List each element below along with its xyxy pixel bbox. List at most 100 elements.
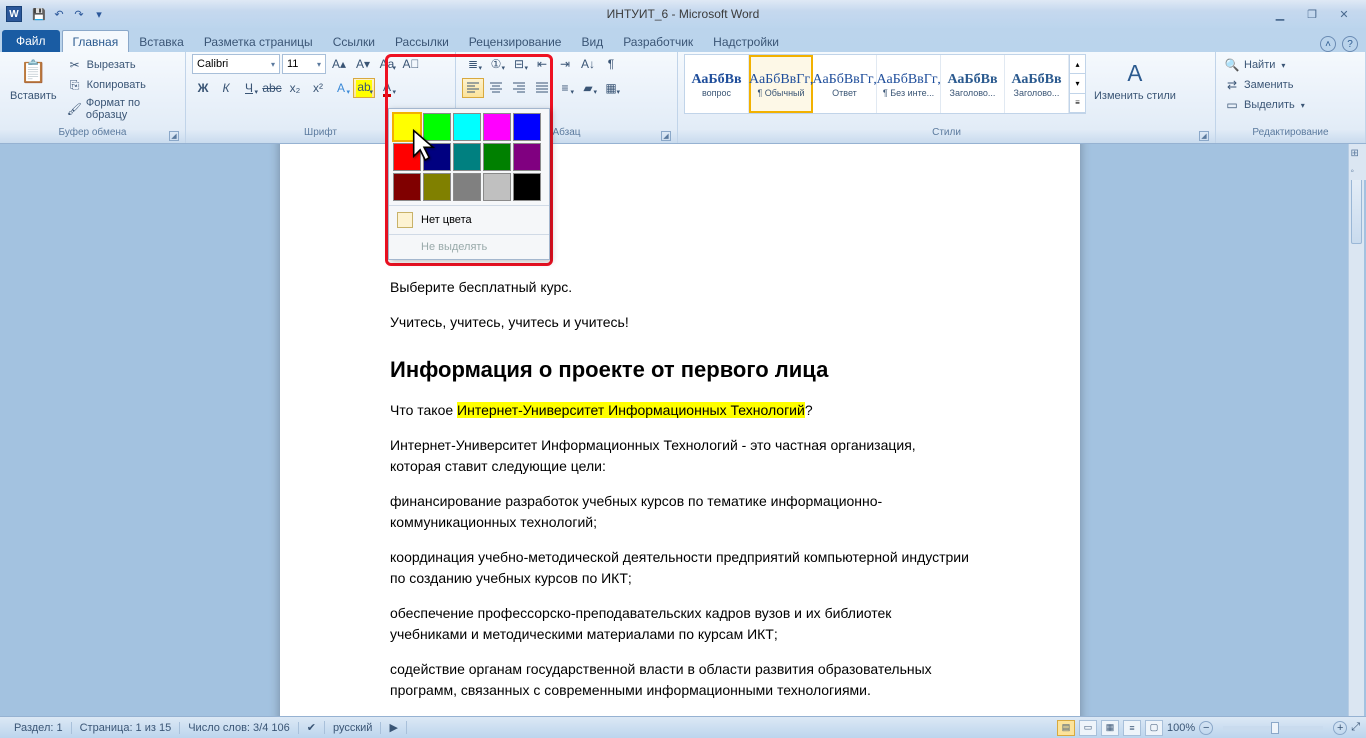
view-draft[interactable]: ▢ — [1145, 720, 1163, 736]
strike-button[interactable]: abc — [261, 78, 283, 98]
color-swatch[interactable] — [513, 143, 541, 171]
stop-highlight-option[interactable]: Не выделять — [389, 234, 549, 259]
font-size-combo[interactable]: 11▾ — [282, 54, 326, 74]
shading-button[interactable]: ▰▾ — [577, 78, 599, 98]
replace-button[interactable]: ⇄Заменить — [1222, 76, 1295, 94]
zoom-slider[interactable] — [1223, 726, 1323, 730]
status-words[interactable]: Число слов: 3/4 106 — [180, 722, 299, 734]
style-item[interactable]: АаБбВвГг,Ответ — [813, 55, 877, 113]
increase-indent-button[interactable]: ⇥ — [554, 54, 576, 74]
style-item[interactable]: АаБбВвГг,¶ Без инте... — [877, 55, 941, 113]
zoom-in-button[interactable]: + — [1333, 721, 1347, 735]
zoom-out-button[interactable]: − — [1199, 721, 1213, 735]
tab-home[interactable]: Главная — [62, 30, 130, 52]
color-swatch[interactable] — [483, 173, 511, 201]
close-button[interactable]: ✕ — [1332, 6, 1356, 22]
style-up[interactable]: ▴ — [1070, 55, 1085, 74]
view-print-layout[interactable]: ▤ — [1057, 720, 1075, 736]
styles-launcher[interactable]: ◢ — [1199, 131, 1209, 141]
view-web[interactable]: ▦ — [1101, 720, 1119, 736]
subscript-button[interactable]: x₂ — [284, 78, 306, 98]
vertical-scrollbar[interactable] — [1348, 144, 1364, 716]
restore-button[interactable]: ❐ — [1300, 6, 1324, 22]
italic-button[interactable]: К — [215, 78, 237, 98]
ruler-toggle-icon[interactable]: ⊞ — [1351, 148, 1365, 162]
tab-addins[interactable]: Надстройки — [703, 31, 789, 52]
cut-button[interactable]: ✂Вырезать — [65, 56, 179, 74]
status-page[interactable]: Страница: 1 из 15 — [72, 722, 181, 734]
change-case-button[interactable]: Aa▾ — [376, 54, 398, 74]
text-effects-button[interactable]: A▾ — [330, 78, 352, 98]
color-swatch[interactable] — [453, 143, 481, 171]
color-swatch[interactable] — [423, 113, 451, 141]
color-swatch[interactable] — [513, 173, 541, 201]
file-tab[interactable]: Файл — [2, 30, 60, 52]
color-swatch[interactable] — [423, 143, 451, 171]
style-item[interactable]: АаБбВвГг,¶ Обычный — [749, 55, 813, 113]
copy-button[interactable]: ⎘Копировать — [65, 76, 179, 94]
format-painter-button[interactable]: 🖌Формат по образцу — [65, 96, 179, 122]
status-section[interactable]: Раздел: 1 — [6, 722, 72, 734]
tab-insert[interactable]: Вставка — [129, 31, 194, 52]
color-swatch[interactable] — [423, 173, 451, 201]
numbering-button[interactable]: ①▾ — [485, 54, 507, 74]
view-reading[interactable]: ▭ — [1079, 720, 1097, 736]
align-left-button[interactable] — [462, 78, 484, 98]
color-swatch[interactable] — [483, 143, 511, 171]
color-swatch[interactable] — [483, 113, 511, 141]
font-color-button[interactable]: A▾ — [376, 78, 398, 98]
status-proof-icon[interactable]: ✔ — [299, 721, 325, 734]
color-swatch[interactable] — [513, 113, 541, 141]
highlight-color-button[interactable]: ab▾ — [353, 78, 375, 98]
style-more[interactable]: ≡ — [1070, 94, 1085, 113]
tab-layout[interactable]: Разметка страницы — [194, 31, 323, 52]
clear-formatting-button[interactable]: A⃠ — [400, 54, 422, 74]
superscript-button[interactable]: x² — [307, 78, 329, 98]
no-color-option[interactable]: Нет цвета — [389, 205, 549, 234]
align-right-button[interactable] — [508, 78, 530, 98]
sort-button[interactable]: A↓ — [577, 54, 599, 74]
style-item[interactable]: АаБбВвЗаголово... — [941, 55, 1005, 113]
tab-review[interactable]: Рецензирование — [459, 31, 572, 52]
line-spacing-button[interactable]: ≡▾ — [554, 78, 576, 98]
show-marks-button[interactable]: ¶ — [600, 54, 622, 74]
browse-object-icon[interactable]: ◦ — [1351, 166, 1365, 180]
justify-button[interactable] — [531, 78, 553, 98]
color-swatch[interactable] — [393, 113, 421, 141]
align-center-button[interactable] — [485, 78, 507, 98]
status-language[interactable]: русский — [325, 722, 381, 734]
select-button[interactable]: ▭Выделить▾ — [1222, 96, 1307, 114]
bold-button[interactable]: Ж — [192, 78, 214, 98]
color-swatch[interactable] — [453, 173, 481, 201]
zoom-fit-icon[interactable]: ⤢ — [1351, 721, 1360, 734]
tab-developer[interactable]: Разработчик — [613, 31, 703, 52]
underline-button[interactable]: Ч▾ — [238, 78, 260, 98]
tab-references[interactable]: Ссылки — [323, 31, 385, 52]
help-icon[interactable]: ? — [1342, 36, 1358, 52]
style-down[interactable]: ▾ — [1070, 74, 1085, 93]
color-swatch[interactable] — [393, 173, 421, 201]
qat-dropdown-icon[interactable]: ▾ — [90, 5, 108, 23]
view-outline[interactable]: ≡ — [1123, 720, 1141, 736]
paragraph-launcher[interactable]: ◢ — [661, 131, 671, 141]
zoom-slider-thumb[interactable] — [1271, 722, 1279, 734]
grow-font-button[interactable]: A▴ — [328, 54, 350, 74]
clipboard-launcher[interactable]: ◢ — [169, 131, 179, 141]
document-viewport[interactable]: для вас комфортом. Выберите бесплатный к… — [0, 144, 1366, 716]
minimize-button[interactable]: ▁ — [1268, 6, 1292, 22]
color-swatch[interactable] — [453, 113, 481, 141]
find-button[interactable]: 🔍Найти▾ — [1222, 56, 1287, 74]
zoom-value[interactable]: 100% — [1167, 722, 1195, 734]
decrease-indent-button[interactable]: ⇤ — [531, 54, 553, 74]
font-name-combo[interactable]: Calibri▾ — [192, 54, 280, 74]
style-item[interactable]: АаБбВввопрос — [685, 55, 749, 113]
style-item[interactable]: АаБбВвЗаголово... — [1005, 55, 1069, 113]
paste-button[interactable]: 📋 Вставить — [6, 54, 61, 104]
redo-icon[interactable]: ↷ — [70, 5, 88, 23]
minimize-ribbon-icon[interactable]: ˄ — [1320, 36, 1336, 52]
shrink-font-button[interactable]: A▾ — [352, 54, 374, 74]
change-styles-button[interactable]: Ａ Изменить стили — [1090, 54, 1180, 104]
tab-view[interactable]: Вид — [571, 31, 613, 52]
color-swatch[interactable] — [393, 143, 421, 171]
status-macro-icon[interactable]: ▶ — [381, 721, 406, 734]
